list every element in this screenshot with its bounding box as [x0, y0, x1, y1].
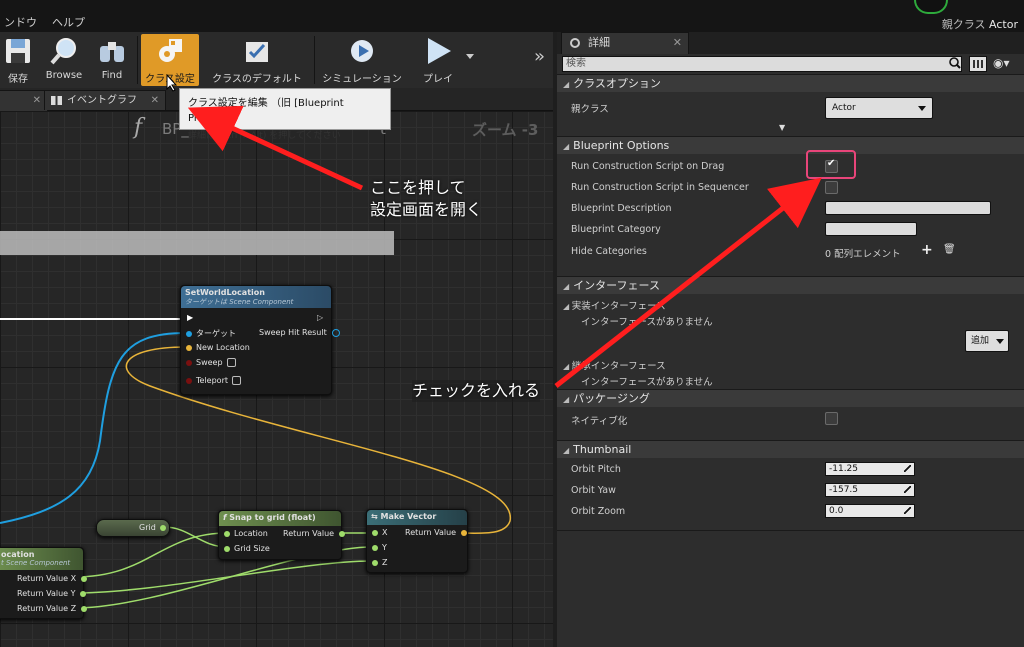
arrow-to-class-settings [187, 105, 364, 191]
arrow-to-checkbox [554, 177, 822, 388]
annotation-press: ここを押して 設定画面を開く [370, 178, 483, 219]
mouse-cursor-icon [166, 74, 178, 92]
annotation-arrows [187, 105, 822, 388]
annotation-check: チェックを入れる [412, 380, 541, 402]
